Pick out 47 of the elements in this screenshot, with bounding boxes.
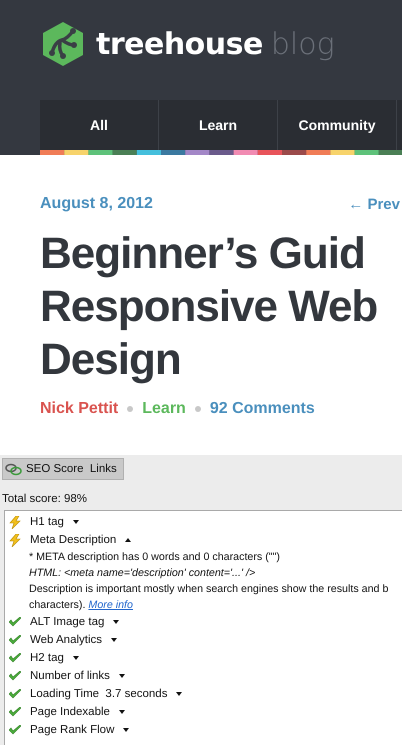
expand-caret-icon[interactable] (72, 656, 79, 660)
chain-icon (5, 462, 22, 476)
comments-link[interactable]: 92 Comments (210, 400, 315, 418)
post-date: August 8, 2012 (40, 195, 153, 213)
result-label[interactable]: H2 tag (30, 652, 64, 664)
check-icon (9, 670, 21, 682)
author-link[interactable]: Nick Pettit (40, 400, 118, 418)
logo-suffix: blog (270, 26, 335, 62)
result-label[interactable]: Loading Time 3.7 seconds (30, 688, 168, 700)
result-label[interactable]: Page Rank Flow (30, 724, 114, 736)
check-icon (9, 634, 21, 646)
result-label[interactable]: Number of links (30, 670, 110, 682)
total-score: Total score: 98% (2, 493, 88, 505)
lightning-icon (9, 516, 21, 528)
expand-caret-icon[interactable] (118, 710, 125, 714)
post-title: Beginner’s Guid (40, 228, 365, 280)
post-title: Design (40, 334, 181, 386)
check-icon (9, 688, 21, 700)
result-label[interactable]: ALT Image tag (30, 616, 104, 628)
separator-dot (194, 406, 201, 412)
check-icon (9, 652, 21, 664)
seo-tab[interactable]: SEO Score Links (2, 458, 124, 480)
prev-link[interactable]: ← Prev (348, 196, 400, 212)
result-label[interactable]: Page Indexable (30, 706, 110, 718)
result-label[interactable]: Web Analytics (30, 634, 102, 646)
expand-caret-icon[interactable] (123, 728, 130, 732)
expand-caret-icon[interactable] (72, 520, 79, 524)
result-note: * META description has 0 words and 0 characters ("") (29, 550, 281, 565)
description-text: characters). (29, 599, 86, 611)
more-info-link[interactable]: More info (88, 599, 133, 611)
result-label[interactable]: H1 tag (30, 516, 64, 528)
post-title: Responsive Web (40, 281, 378, 333)
lightning-icon (9, 534, 21, 546)
expand-caret-icon[interactable] (111, 638, 118, 642)
result-label[interactable]: Meta Description (30, 534, 116, 546)
check-icon (9, 724, 21, 736)
logo-icon (40, 21, 86, 67)
html-snippet: HTML: <meta name='description' content='...' /> (29, 566, 256, 581)
logo-word: treehouse (96, 26, 263, 62)
expand-caret-icon[interactable] (176, 692, 182, 696)
collapse-caret-icon[interactable] (125, 538, 132, 542)
expand-caret-icon[interactable] (113, 620, 120, 624)
description-text: Description is important mostly when search engines show the results and b (29, 582, 390, 597)
separator-dot (127, 406, 134, 412)
expand-caret-icon[interactable] (118, 674, 125, 678)
check-icon (9, 616, 21, 628)
check-icon (9, 706, 21, 718)
